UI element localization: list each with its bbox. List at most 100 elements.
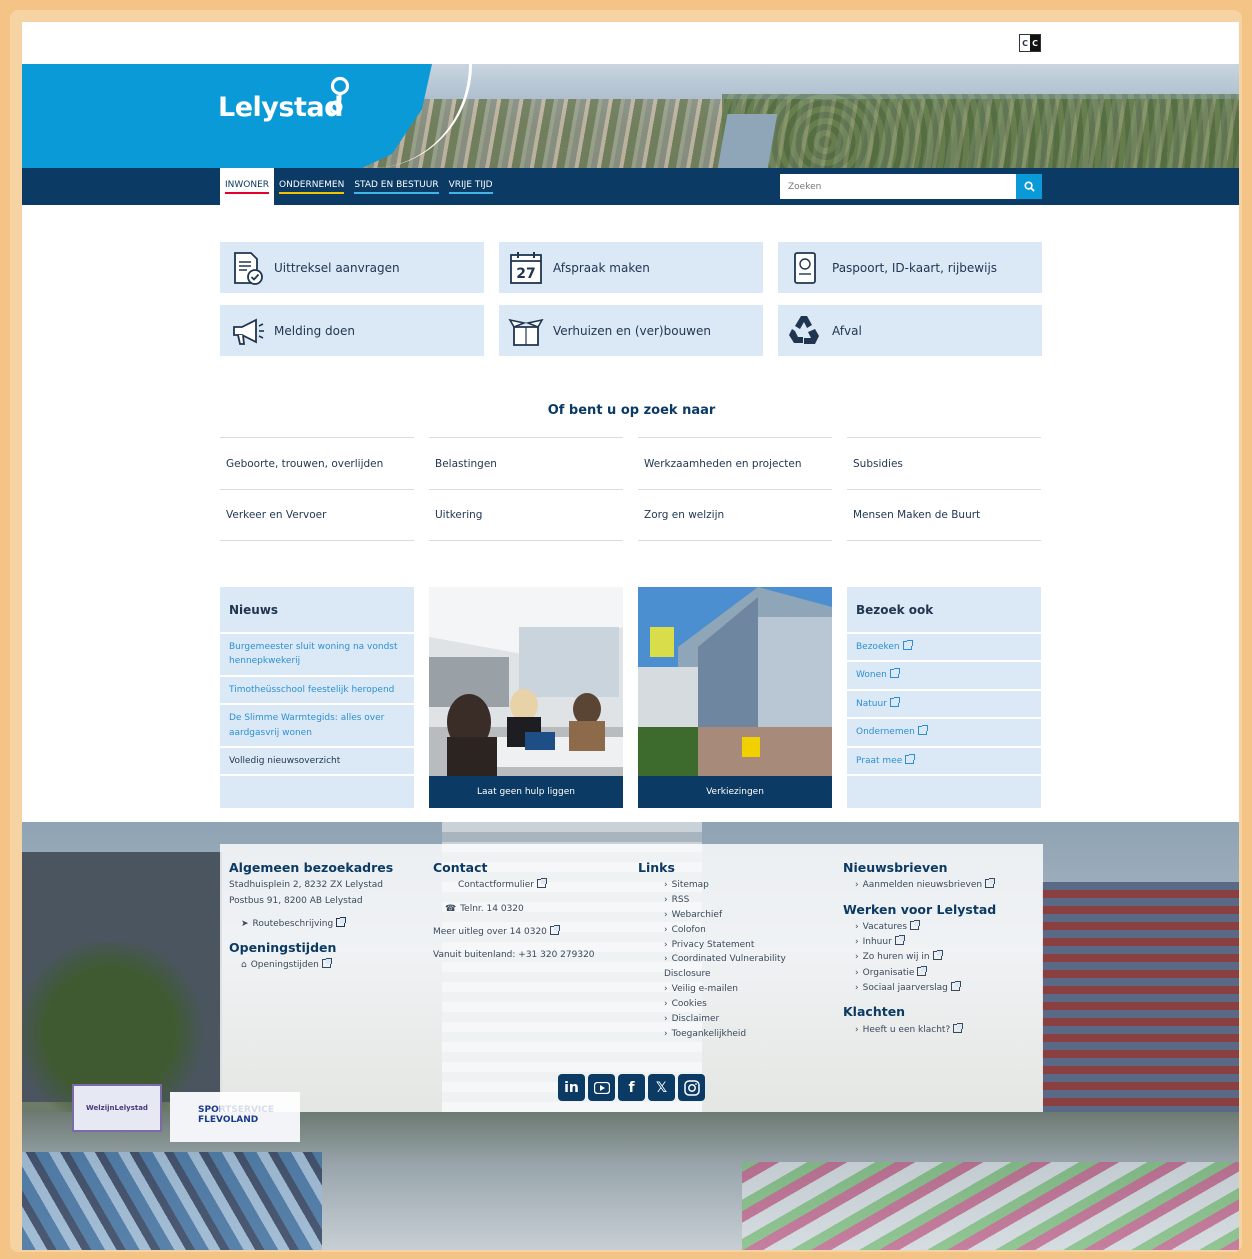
werken-link[interactable]: › Sociaal jaarverslag: [843, 980, 1038, 996]
tile-label: Uittreksel aanvragen: [274, 260, 400, 275]
tile-label: Verhuizen en (ver)bouwen: [553, 323, 711, 338]
footer-link[interactable]: › Colofon: [638, 923, 828, 938]
footer-link[interactable]: › Cookies: [638, 997, 828, 1012]
footer-link[interactable]: › RSS: [638, 893, 828, 908]
footer-link[interactable]: › Toegankelijkheid: [638, 1027, 828, 1042]
nav-item-stad-en-bestuur[interactable]: STAD EN BESTUUR: [349, 168, 443, 205]
photo-caption: Laat geen hulp liggen: [429, 776, 623, 808]
werken-link[interactable]: › Organisatie: [843, 965, 1038, 981]
external-link-icon: [932, 950, 943, 961]
zoek-link[interactable]: Belastingen: [429, 437, 623, 489]
nav-items: INWONER ONDERNEMEN STAD EN BESTUUR VRIJE…: [220, 168, 498, 205]
bezoek-link[interactable]: Natuur: [847, 691, 1041, 720]
bezoek-title: Bezoek ook: [847, 587, 1041, 634]
chevron-right-icon: ›: [664, 984, 668, 995]
bezoek-link[interactable]: Bezoeken: [847, 634, 1041, 663]
footer-link[interactable]: › Disclaimer: [638, 1012, 828, 1027]
openingstijden-link[interactable]: ⌂ Openingstijden: [229, 958, 419, 973]
instagram-icon[interactable]: [678, 1074, 705, 1101]
footer-link-label: Webarchief: [671, 909, 723, 920]
news-item[interactable]: Timotheüsschool feestelijk heropend: [220, 677, 414, 706]
zoek-link[interactable]: Werkzaamheden en projecten: [638, 437, 832, 489]
photo-card-verkiezingen[interactable]: Verkiezingen: [638, 587, 832, 808]
address-line: Postbus 91, 8200 AB Lelystad: [229, 895, 363, 906]
bezoek-link[interactable]: Ondernemen: [847, 719, 1041, 748]
nav-item-ondernemen[interactable]: ONDERNEMEN: [274, 168, 349, 205]
footer-link[interactable]: › Sitemap: [638, 878, 828, 893]
werken-link[interactable]: › Zo huren wij in: [843, 950, 1038, 965]
calendar-27-icon: 27: [507, 249, 545, 287]
phone-icon: ☎: [445, 903, 457, 914]
external-link-icon: [889, 696, 900, 707]
tile-afspraak[interactable]: 27 Afspraak maken: [499, 242, 763, 293]
bezoek-link[interactable]: Wonen: [847, 662, 1041, 691]
news-item[interactable]: De Slimme Warmtegids: alles over aardgas…: [220, 705, 414, 748]
zoek-link[interactable]: Uitkering: [429, 489, 623, 541]
chevron-right-icon: ›: [855, 982, 859, 993]
search-icon: [1023, 181, 1035, 192]
photo-card-hulp[interactable]: Laat geen hulp liggen: [429, 587, 623, 808]
youtube-icon[interactable]: [588, 1074, 615, 1101]
footer-banner-welzijn: WelzijnLelystad: [72, 1084, 162, 1132]
zoek-link[interactable]: Mensen Maken de Buurt: [847, 489, 1041, 541]
klachten-label: Heeft u een klacht?: [862, 1024, 951, 1035]
zoek-link[interactable]: Verkeer en Vervoer: [220, 489, 414, 541]
uitleg-link[interactable]: Meer uitleg over 14 0320: [433, 924, 623, 940]
bezoek-link[interactable]: Praat mee: [847, 748, 1041, 776]
tile-paspoort[interactable]: Paspoort, ID-kaart, rijbewijs: [778, 242, 1042, 293]
nav-label: ONDERNEMEN: [279, 180, 345, 194]
chevron-right-icon: ›: [664, 895, 668, 906]
werken-link[interactable]: › Vacatures: [843, 919, 1038, 935]
phone-link[interactable]: ☎ Telnr. 14 0320: [433, 902, 623, 917]
header-trees: [722, 94, 1239, 168]
search-button[interactable]: [1016, 174, 1042, 199]
footer-link-label: RSS: [671, 895, 690, 906]
linkedin-icon[interactable]: in: [558, 1074, 585, 1101]
news-overview-link[interactable]: Volledig nieuwsoverzicht: [220, 748, 414, 777]
nav-item-inwoner[interactable]: INWONER: [220, 168, 275, 205]
zoek-link[interactable]: Subsidies: [847, 437, 1041, 489]
phone-label: Telnr. 14 0320: [460, 903, 524, 914]
contactformulier-label: Contactformulier: [458, 880, 534, 891]
news-title: Nieuws: [220, 587, 414, 634]
footer-link[interactable]: › Coordinated Vulnerability: [638, 952, 828, 967]
external-link-icon: [910, 919, 921, 930]
logo-pin-icon: [329, 76, 350, 114]
nav-label: STAD EN BESTUUR: [354, 180, 439, 194]
bezoek-link-label: Praat mee: [856, 755, 903, 766]
route-label: Routebeschrijving: [252, 918, 334, 929]
footer-link-cont[interactable]: Disclosure: [638, 967, 828, 982]
tile-melding[interactable]: Melding doen: [220, 305, 484, 356]
tile-label: Melding doen: [274, 323, 356, 338]
chevron-right-icon: ›: [664, 939, 668, 950]
tile-afval[interactable]: Afval: [778, 305, 1042, 356]
zoek-link[interactable]: Geboorte, trouwen, overlijden: [220, 437, 414, 489]
contactformulier-link[interactable]: Contactformulier: [433, 878, 623, 893]
werken-link[interactable]: › Inhuur: [843, 935, 1038, 950]
footer-link[interactable]: › Webarchief: [638, 908, 828, 923]
x-icon[interactable]: 𝕏: [648, 1074, 675, 1101]
contrast-toggle-button[interactable]: C C: [1019, 34, 1041, 52]
bezoek-link-label: Ondernemen: [856, 727, 915, 738]
tile-verhuizen[interactable]: Verhuizen en (ver)bouwen: [499, 305, 763, 356]
search-input[interactable]: [780, 174, 1016, 199]
zoek-links: Geboorte, trouwen, overlijden Belastinge…: [220, 437, 1043, 541]
site-logo[interactable]: Lelystad: [218, 92, 343, 123]
chevron-right-icon: ›: [664, 909, 668, 920]
footer-link[interactable]: › Veilig e-mailen: [638, 982, 828, 997]
facebook-icon[interactable]: f: [618, 1074, 645, 1101]
zoek-link[interactable]: Zorg en welzijn: [638, 489, 832, 541]
tile-label: Afspraak maken: [553, 260, 650, 275]
news-item[interactable]: Burgemeester sluit woning na vondst henn…: [220, 634, 414, 677]
nav-item-vrije-tijd[interactable]: VRIJE TIJD: [444, 168, 498, 205]
nieuwsbrieven-link[interactable]: › Aanmelden nieuwsbrieven: [843, 878, 1038, 893]
footer-link[interactable]: › Privacy Statement: [638, 938, 828, 953]
bezoek-link-label: Wonen: [856, 670, 887, 681]
tile-uittreksel[interactable]: Uittreksel aanvragen: [220, 242, 484, 293]
task-tiles: Uittreksel aanvragen 27 Afspraak maken P…: [220, 242, 1043, 356]
klachten-link[interactable]: › Heeft u een klacht?: [843, 1022, 1038, 1038]
route-link[interactable]: ➤ Routebeschrijving: [229, 916, 419, 932]
